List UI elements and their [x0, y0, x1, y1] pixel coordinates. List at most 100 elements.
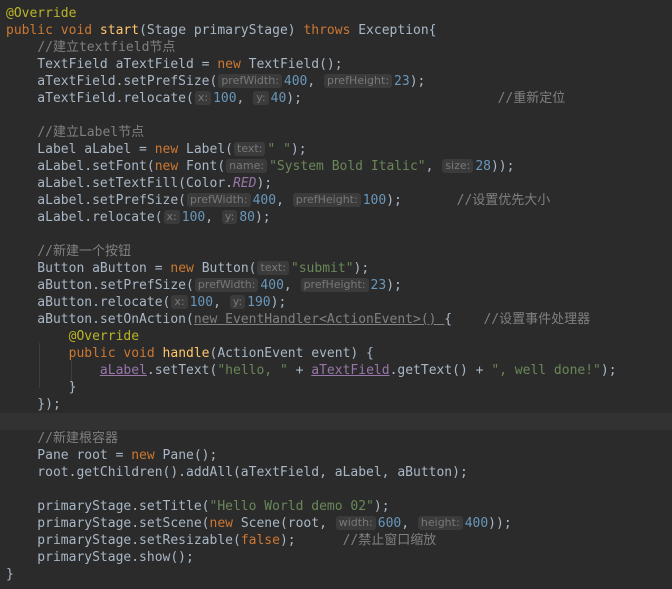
- parameter-hint: name:: [226, 159, 268, 173]
- code-token: primaryStage.show();: [6, 550, 194, 565]
- code-line[interactable]: aButton.relocate(x: 100, y: 190);: [0, 294, 672, 311]
- code-line[interactable]: primaryStage.setScene(new Scene(root, wi…: [0, 515, 672, 532]
- parameter-hint: prefHeight:: [324, 74, 393, 88]
- code-line[interactable]: aLabel.setPrefSize(prefWidth: 400, prefHe…: [0, 192, 672, 209]
- code-token: Label(: [186, 142, 233, 157]
- code-line[interactable]: aLabel.setTextFill(Color.RED);: [0, 175, 672, 192]
- code-token: 400: [464, 516, 489, 531]
- parameter-hint: x:: [194, 91, 212, 105]
- code-line[interactable]: Label aLabel = new Label(text: " ");: [0, 141, 672, 158]
- code-token: TextField aTextField =: [6, 57, 218, 72]
- code-token: 400: [283, 74, 308, 89]
- parameter-hint: x:: [163, 210, 180, 224]
- code-line[interactable]: Button aButton = new Button(text: "submit…: [0, 260, 672, 277]
- code-token: );: [270, 295, 287, 310]
- code-token: {: [444, 312, 484, 327]
- parameter-hint: text:: [257, 261, 289, 275]
- code-token: Label aLabel =: [6, 142, 155, 157]
- code-token: 100: [213, 91, 237, 106]
- parameter-hint: x:: [171, 295, 188, 309]
- code-token: }: [6, 380, 77, 395]
- parameter-hint: width:: [335, 516, 376, 530]
- code-token: TextField();: [248, 57, 343, 72]
- code-token: false: [240, 533, 280, 548]
- code-token: ,: [276, 193, 292, 208]
- code-token: aButton.relocate(: [6, 295, 171, 310]
- parameter-hint: y:: [229, 295, 246, 309]
- parameter-hint: size:: [442, 159, 474, 173]
- code-token: //禁止窗口缩放: [342, 533, 437, 548]
- code-token: new: [170, 261, 202, 276]
- code-line[interactable]: aLabel.setFont(new Font(name: "System Bol…: [0, 158, 672, 175]
- code-token: @Override: [68, 329, 140, 344]
- code-line[interactable]: aLabel.setText("hello, " + aTextField.ge…: [0, 362, 672, 379]
- code-line[interactable]: //建立textfield节点: [0, 39, 672, 56]
- code-token: " ": [267, 142, 291, 157]
- code-line[interactable]: //新建一个按钮: [0, 243, 672, 260]
- code-token: );: [600, 363, 617, 378]
- code-line[interactable]: aTextField.relocate(x: 100, y: 40); //重新定位: [0, 90, 672, 107]
- code-line[interactable]: primaryStage.show();: [0, 549, 672, 566]
- code-token: ,: [283, 278, 300, 293]
- code-token: ,: [307, 74, 324, 89]
- parameter-hint: y:: [221, 210, 238, 224]
- code-line[interactable]: }: [0, 379, 672, 396]
- code-token: "Hello World demo 02": [209, 499, 374, 514]
- parameter-hint: height:: [417, 516, 463, 530]
- code-token: new: [217, 57, 249, 72]
- code-token: aLabel: [99, 363, 147, 378]
- code-line[interactable]: aButton.setOnAction(new EventHandler<Act…: [0, 311, 672, 328]
- code-token: primaryStage.setTitle(: [6, 499, 210, 514]
- code-line[interactable]: }: [0, 566, 672, 583]
- code-line[interactable]: @Override: [0, 328, 672, 345]
- code-line[interactable]: Pane root = new Pane();: [0, 447, 672, 464]
- code-line[interactable]: });: [0, 396, 672, 413]
- code-line[interactable]: root.getChildren().addAll(aTextField, aL…: [0, 464, 672, 481]
- code-token: "System Bold Italic": [269, 159, 426, 174]
- code-line[interactable]: primaryStage.setResizable(false); //禁止窗口…: [0, 532, 672, 549]
- code-line[interactable]: [0, 481, 672, 498]
- code-token: //新建一个按钮: [37, 244, 131, 259]
- code-token: 23: [394, 74, 410, 89]
- code-line[interactable]: aTextField.setPrefSize(prefWidth: 400, pr…: [0, 73, 672, 90]
- code-token: //建立Label节点: [37, 125, 145, 140]
- code-token: aLabel.setTextFill(Color.: [6, 176, 233, 191]
- code-token: 600: [377, 516, 402, 531]
- code-token: 23: [370, 278, 387, 293]
- code-token: ,: [236, 91, 253, 106]
- code-token: aTextField: [311, 363, 390, 378]
- code-line[interactable]: TextField aTextField = new TextField();: [0, 56, 672, 73]
- code-line[interactable]: [0, 107, 672, 124]
- code-token: Button aButton =: [6, 261, 171, 276]
- code-line[interactable]: aButton.setPrefSize(prefWidth: 400, prefH…: [0, 277, 672, 294]
- code-line[interactable]: primaryStage.setTitle("Hello World demo …: [0, 498, 672, 515]
- code-line[interactable]: aLabel.relocate(x: 100, y: 80);: [0, 209, 672, 226]
- code-line[interactable]: public void start(Stage primaryStage) th…: [0, 22, 672, 39]
- code-token: );: [256, 176, 273, 191]
- code-line[interactable]: [0, 413, 672, 430]
- code-token: new: [131, 448, 163, 463]
- code-token: aButton.setPrefSize(: [6, 278, 194, 293]
- code-token: 400: [252, 193, 277, 208]
- code-token: 190: [247, 295, 271, 310]
- code-line[interactable]: public void handle(ActionEvent event) {: [0, 345, 672, 362]
- code-token: );: [290, 142, 307, 157]
- parameter-hint: prefWidth:: [218, 74, 282, 88]
- code-editor[interactable]: @Override public void start(Stage primary…: [0, 0, 672, 589]
- code-line[interactable]: //新建根容器: [0, 430, 672, 447]
- code-token: RED: [232, 176, 257, 191]
- parameter-hint: prefHeight:: [300, 278, 369, 292]
- code-token: 400: [260, 278, 284, 293]
- code-token: }: [6, 567, 14, 582]
- code-token: );: [386, 278, 402, 293]
- code-line[interactable]: @Override: [0, 5, 672, 22]
- code-token: ,: [205, 210, 221, 225]
- code-line[interactable]: [0, 226, 672, 243]
- code-line[interactable]: //建立Label节点: [0, 124, 672, 141]
- code-token: @Override: [6, 6, 77, 21]
